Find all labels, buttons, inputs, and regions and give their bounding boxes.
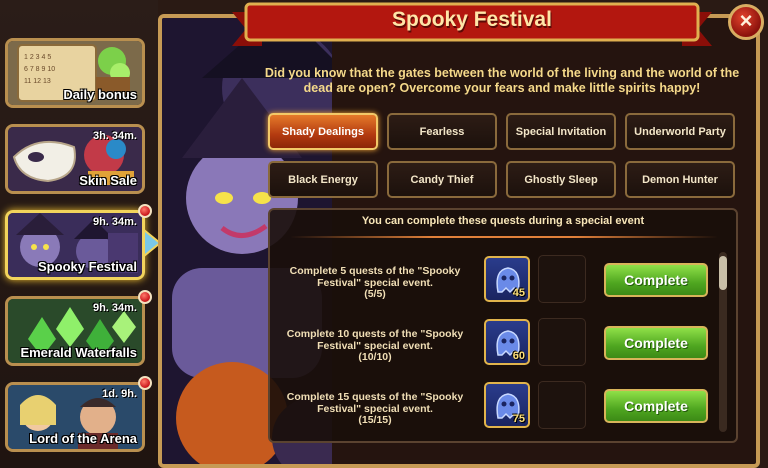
event-name: Emerald Waterfalls xyxy=(20,345,137,360)
quest-progress: (10/10) xyxy=(358,351,392,363)
tab-underworld-party[interactable]: Underworld Party xyxy=(625,113,735,150)
event-timer: 9h. 34m. xyxy=(92,216,137,228)
event-timer: 1d. 9h. xyxy=(102,388,137,400)
event-card-spooky-festival[interactable]: 9h. 34m. Spooky Festival xyxy=(5,210,145,280)
scrollbar-thumb[interactable] xyxy=(719,256,727,290)
reward-amount: 60 xyxy=(512,350,525,362)
complete-button[interactable]: Complete xyxy=(604,263,708,297)
quest-text: Complete 10 quests of the "Spooky Festiv… xyxy=(286,328,464,352)
complete-button[interactable]: Complete xyxy=(604,389,708,423)
tab-demon-hunter[interactable]: Demon Hunter xyxy=(625,161,735,198)
event-name: Daily bonus xyxy=(63,87,137,102)
quest-progress: (15/15) xyxy=(358,414,392,426)
tab-special-invitation[interactable]: Special Invitation xyxy=(506,113,616,150)
event-card-skin-sale[interactable]: 3h. 34m. Skin Sale xyxy=(5,124,145,194)
event-sidebar: 1 2 3 4 56 7 8 9 10 11 12 13 Daily bonus … xyxy=(0,0,162,468)
event-timer: 9h. 34m. xyxy=(92,302,137,314)
svg-text:1 2 3 4 5: 1 2 3 4 5 xyxy=(24,54,51,61)
event-name: Lord of the Arena xyxy=(29,431,137,446)
reward-amount: 45 xyxy=(512,287,525,299)
tab-fearless[interactable]: Fearless xyxy=(387,113,497,150)
notification-dot-icon xyxy=(138,204,152,218)
quest-description: Complete 10 quests of the "Spooky Festiv… xyxy=(272,328,478,364)
window-title: Spooky Festival xyxy=(392,8,552,31)
empty-reward-slot xyxy=(538,255,586,303)
tab-black-energy[interactable]: Black Energy xyxy=(268,161,378,198)
event-card-daily-bonus[interactable]: 1 2 3 4 5 6 7 8 9 10 11 12 13 Daily bonus xyxy=(5,38,145,108)
svg-text:11 12 13: 11 12 13 xyxy=(24,78,51,85)
quest-list-header: You can complete these quests during a s… xyxy=(361,215,645,227)
quest-reward-slot[interactable]: 45 xyxy=(484,256,530,302)
event-timer: 3h. 34m. xyxy=(92,130,137,142)
quest-reward-slot[interactable]: 75 xyxy=(484,382,530,428)
tab-ghostly-sleep[interactable]: Ghostly Sleep xyxy=(506,161,616,198)
complete-button[interactable]: Complete xyxy=(604,326,708,360)
quest-description: Complete 5 quests of the "Spooky Festiva… xyxy=(272,265,478,301)
quest-text: Complete 15 quests of the "Spooky Festiv… xyxy=(286,391,464,415)
empty-reward-slot xyxy=(538,318,586,366)
notification-dot-icon xyxy=(138,376,152,390)
quest-reward-slot[interactable]: 60 xyxy=(484,319,530,365)
event-card-lord-of-the-arena[interactable]: 1d. 9h. Lord of the Arena xyxy=(5,382,145,452)
empty-reward-slot xyxy=(538,381,586,429)
tab-shady-dealings[interactable]: Shady Dealings xyxy=(268,113,378,150)
tab-candy-thief[interactable]: Candy Thief xyxy=(387,161,497,198)
close-button[interactable]: × xyxy=(728,4,764,40)
event-name: Skin Sale xyxy=(79,173,137,188)
event-card-emerald-waterfalls[interactable]: 9h. 34m. Emerald Waterfalls xyxy=(5,296,145,366)
event-intro-text: Did you know that the gates between the … xyxy=(264,66,740,95)
event-name: Spooky Festival xyxy=(38,259,137,274)
notification-dot-icon xyxy=(138,290,152,304)
close-icon: × xyxy=(739,8,753,33)
quest-description: Complete 15 quests of the "Spooky Festiv… xyxy=(272,391,478,427)
quest-progress: (5/5) xyxy=(364,288,386,300)
quest-text: Complete 5 quests of the "Spooky Festiva… xyxy=(289,265,461,289)
header-divider xyxy=(290,236,718,238)
svg-text:6 7 8 9 10: 6 7 8 9 10 xyxy=(24,66,55,73)
reward-amount: 75 xyxy=(512,413,525,425)
